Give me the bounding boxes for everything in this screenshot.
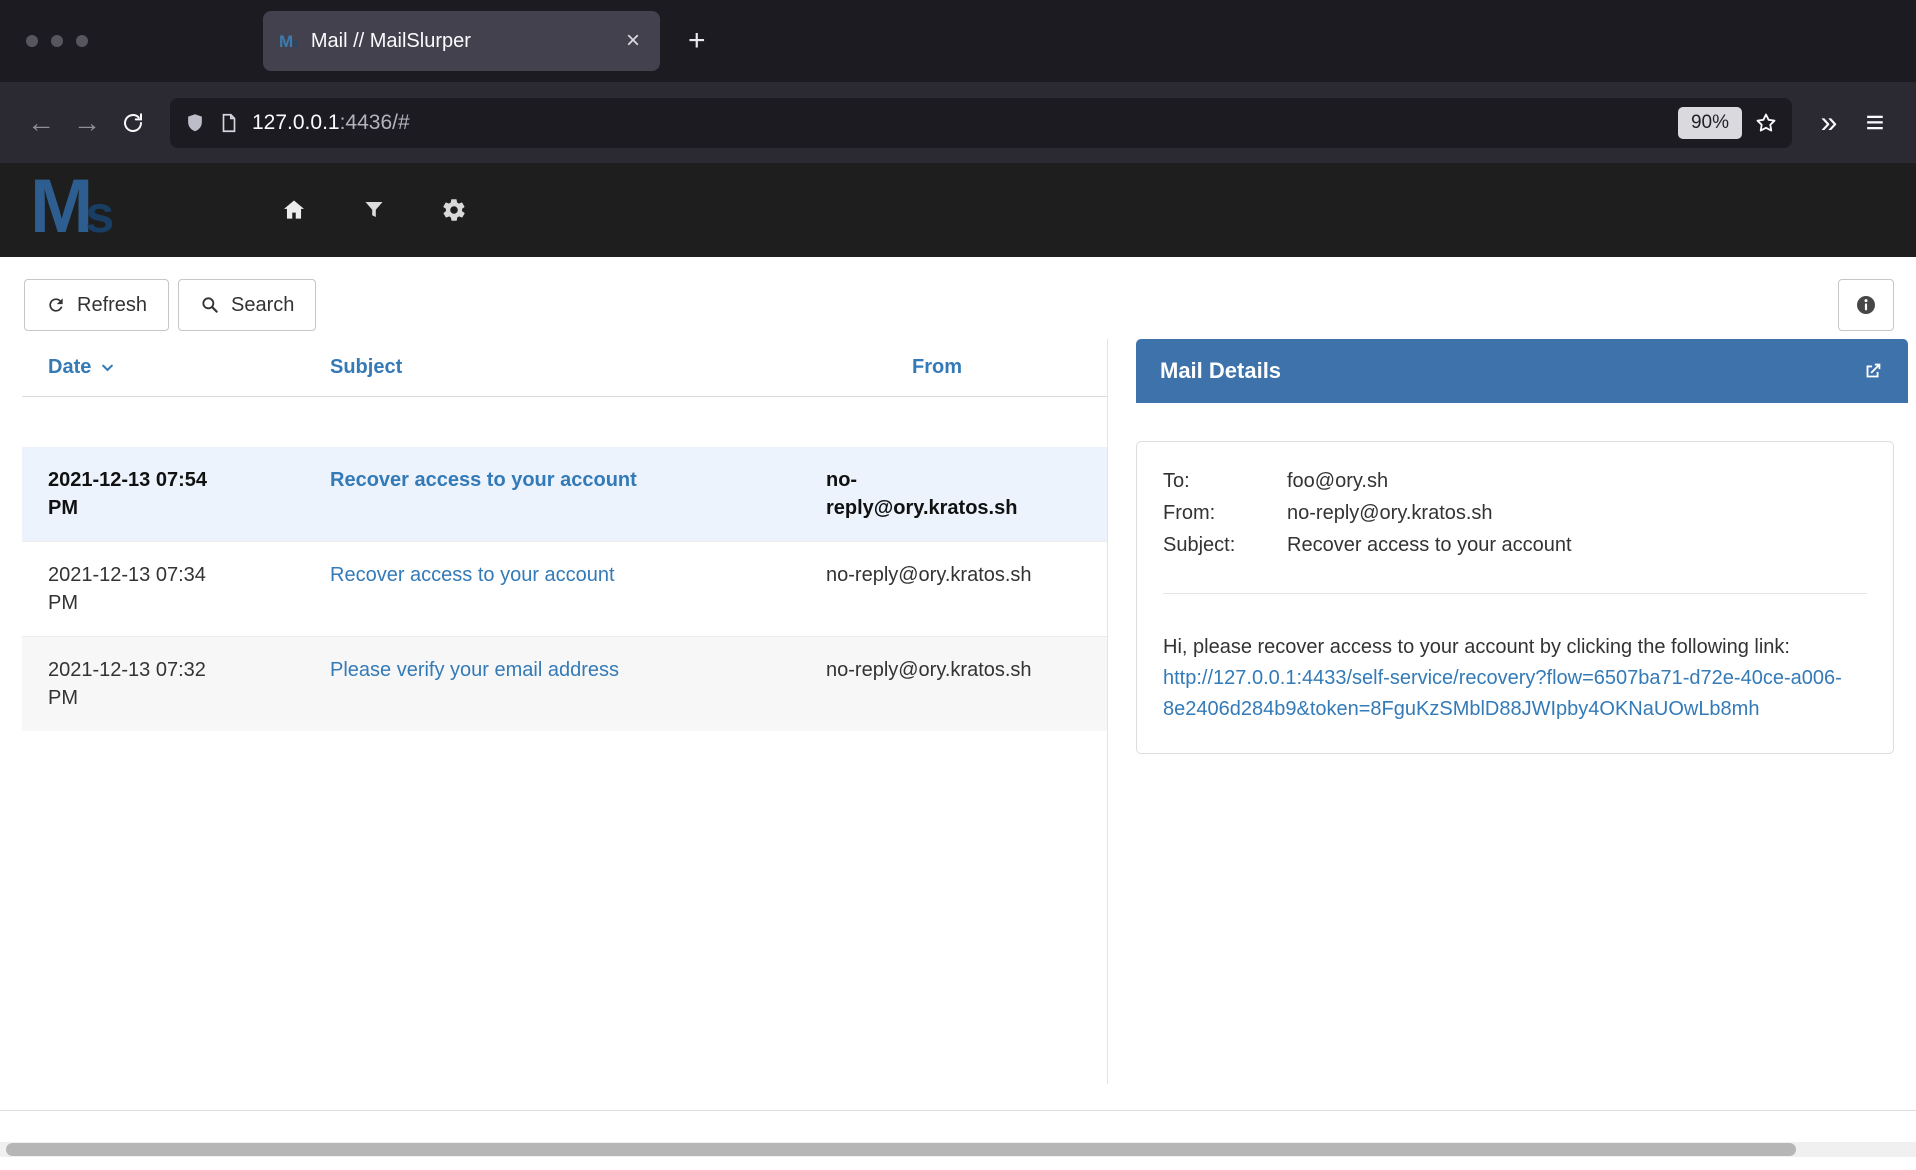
url-text[interactable]: 127.0.0.1:4436/# <box>252 111 1666 135</box>
refresh-icon <box>46 295 66 315</box>
horizontal-scrollbar-thumb[interactable] <box>6 1143 1796 1156</box>
mail-rows: 2021-12-13 07:54 PM Recover access to yo… <box>22 447 1107 731</box>
mail-row-date: 2021-12-13 07:34 PM <box>22 561 312 617</box>
from-header[interactable]: From <box>822 356 1107 379</box>
recovery-link[interactable]: http://127.0.0.1:4433/self-service/recov… <box>1163 667 1842 720</box>
window-dot[interactable] <box>51 35 63 47</box>
mail-row-from: no-reply@ory.kratos.sh <box>822 466 1107 522</box>
mail-body: Hi, please recover access to your accoun… <box>1163 632 1867 725</box>
page-info-icon[interactable] <box>218 112 240 134</box>
browser-nav-bar: ← → 127.0.0.1:4436/# 90% » ≡ <box>0 82 1916 163</box>
field-subject: Subject: Recover access to your account <box>1163 534 1867 557</box>
mail-body-text: Hi, please recover access to your accoun… <box>1163 636 1790 658</box>
subject-header[interactable]: Subject <box>312 356 822 379</box>
window-dot[interactable] <box>76 35 88 47</box>
bookmark-star-icon[interactable] <box>1754 111 1778 135</box>
new-tab-button[interactable]: + <box>688 26 706 56</box>
mail-row[interactable]: 2021-12-13 07:32 PM Please verify your e… <box>22 636 1107 731</box>
search-button-label: Search <box>231 294 294 317</box>
mail-row[interactable]: 2021-12-13 07:54 PM Recover access to yo… <box>22 447 1107 541</box>
favicon-letter: M <box>279 33 293 50</box>
mail-list-header: Date Subject From <box>22 339 1107 397</box>
menu-hamburger-icon[interactable]: ≡ <box>1852 100 1898 146</box>
tab-title: Mail // MailSlurper <box>311 30 622 53</box>
reload-icon[interactable] <box>110 100 156 146</box>
app-toolbar: Refresh Search <box>0 257 1916 331</box>
date-header-label: Date <box>48 356 91 379</box>
settings-gear-icon[interactable] <box>440 196 468 224</box>
browser-tab-strip: M s Mail // MailSlurper × + <box>0 0 1916 82</box>
external-link-icon[interactable] <box>1862 360 1884 382</box>
mail-details-pane: Mail Details To: foo@ory.sh From: no-rep… <box>1136 339 1908 1084</box>
refresh-button-label: Refresh <box>77 294 147 317</box>
mail-details-title: Mail Details <box>1160 358 1281 384</box>
mail-row-subject-link[interactable]: Recover access to your account <box>312 561 822 617</box>
logo-letter-s: s <box>85 185 114 245</box>
url-host: 127.0.0.1 <box>252 111 340 134</box>
mail-row[interactable]: 2021-12-13 07:34 PM Recover access to yo… <box>22 541 1107 636</box>
logo-letter-m: M <box>30 175 89 240</box>
card-divider <box>1163 593 1867 594</box>
back-icon[interactable]: ← <box>18 100 64 146</box>
forward-icon[interactable]: → <box>64 100 110 146</box>
info-button[interactable] <box>1838 279 1894 331</box>
search-icon <box>200 295 220 315</box>
mail-row-from: no-reply@ory.kratos.sh <box>822 561 1107 617</box>
field-to: To: foo@ory.sh <box>1163 470 1867 493</box>
filter-funnel-icon[interactable] <box>360 196 388 224</box>
tab-favicon-mailslurper-logo-icon: M s <box>279 33 299 50</box>
overflow-chevrons-icon[interactable]: » <box>1806 100 1852 146</box>
sort-by-date-header[interactable]: Date <box>22 356 312 379</box>
subject-label: Subject: <box>1163 534 1287 557</box>
refresh-button[interactable]: Refresh <box>24 279 169 331</box>
mail-details-card: To: foo@ory.sh From: no-reply@ory.kratos… <box>1136 441 1894 754</box>
window-controls <box>26 35 263 47</box>
mail-row-date: 2021-12-13 07:54 PM <box>22 466 312 522</box>
info-icon <box>1854 293 1878 317</box>
browser-tab[interactable]: M s Mail // MailSlurper × <box>263 11 660 71</box>
horizontal-scrollbar-track[interactable] <box>0 1142 1916 1157</box>
mail-row-subject-link[interactable]: Please verify your email address <box>312 656 822 712</box>
search-button[interactable]: Search <box>178 279 316 331</box>
mail-details-header: Mail Details <box>1136 339 1908 403</box>
shield-icon[interactable] <box>184 112 206 134</box>
tab-close-icon[interactable]: × <box>622 27 644 55</box>
mail-row-from: no-reply@ory.kratos.sh <box>822 656 1107 712</box>
mail-list-pane: Date Subject From 2021-12-13 07:54 PM Re… <box>22 339 1108 1084</box>
to-label: To: <box>1163 470 1287 493</box>
app-navbar: M s <box>0 163 1916 257</box>
subject-value: Recover access to your account <box>1287 534 1867 557</box>
url-bar[interactable]: 127.0.0.1:4436/# 90% <box>170 98 1792 148</box>
mail-row-subject-link[interactable]: Recover access to your account <box>312 466 822 522</box>
main-content: Date Subject From 2021-12-13 07:54 PM Re… <box>0 339 1916 1084</box>
field-from: From: no-reply@ory.kratos.sh <box>1163 502 1867 525</box>
window-dot[interactable] <box>26 35 38 47</box>
chevron-down-icon <box>100 360 115 375</box>
mail-row-date: 2021-12-13 07:32 PM <box>22 656 312 712</box>
mailslurper-logo[interactable]: M s <box>30 175 220 245</box>
content-bottom-divider <box>0 1110 1916 1111</box>
home-icon[interactable] <box>280 196 308 224</box>
zoom-indicator[interactable]: 90% <box>1678 107 1742 139</box>
to-value: foo@ory.sh <box>1287 470 1867 493</box>
from-label: From: <box>1163 502 1287 525</box>
from-value: no-reply@ory.kratos.sh <box>1287 502 1867 525</box>
url-path: :4436/# <box>340 111 410 134</box>
favicon-letter: s <box>292 36 299 50</box>
